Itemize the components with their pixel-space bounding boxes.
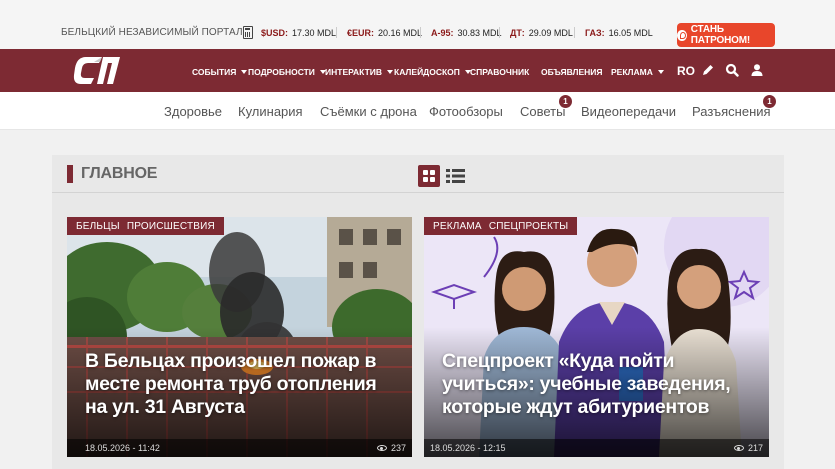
sub-navigation: Здоровье Кулинария Съёмки с дрона Фотооб… <box>0 92 835 130</box>
subnav-health[interactable]: Здоровье <box>164 104 222 119</box>
card-views: 217 <box>733 443 763 453</box>
calculator-icon[interactable] <box>243 26 253 39</box>
rate-dt: ДТ: 29.09 MDL <box>510 28 573 38</box>
card-date: 18.05.2026 - 12:15 <box>430 443 506 453</box>
language-switch[interactable]: RO <box>677 64 695 78</box>
patreon-icon <box>677 29 687 41</box>
tips-badge: 1 <box>559 95 572 108</box>
nav-advertising[interactable]: РЕКЛАМА <box>611 67 664 77</box>
main-section: ГЛАВНОЕ БЕЛЬЦЫ ПРОИСШЕСТВИЯ В Бельцах пр… <box>52 155 784 469</box>
nav-interactive[interactable]: ИНТЕРАКТИВ <box>325 67 394 77</box>
section-header: ГЛАВНОЕ <box>52 155 784 193</box>
tag-link[interactable]: ПРОИСШЕСТВИЯ <box>127 221 215 232</box>
nav-kaleidoscope[interactable]: КАЛЕЙДОСКОП <box>394 67 471 77</box>
rate-eur: €EUR: 20.16 MDL <box>347 28 423 38</box>
nav-directory[interactable]: СПРАВОЧНИК <box>470 67 529 77</box>
site-logo[interactable] <box>72 53 122 87</box>
rate-gas: ГАЗ: 16.05 MDL <box>585 28 653 38</box>
grid-view-button[interactable] <box>418 165 440 187</box>
card-views: 237 <box>376 443 406 453</box>
search-icon[interactable] <box>725 63 739 77</box>
chevron-down-icon <box>387 70 394 74</box>
subnav-cooking[interactable]: Кулинария <box>238 104 303 119</box>
subnav-drone[interactable]: Съёмки с дрона <box>320 104 417 119</box>
section-accent <box>67 165 73 183</box>
news-card[interactable]: РЕКЛАМА СПЕЦПРОЕКТЫ Спецпроект «Куда пой… <box>424 217 769 457</box>
card-date: 18.05.2026 - 11:42 <box>85 443 160 453</box>
subnav-tips[interactable]: Советы <box>520 104 565 119</box>
news-card[interactable]: БЕЛЬЦЫ ПРОИСШЕСТВИЯ В Бельцах произошел … <box>67 217 412 457</box>
nav-events[interactable]: СОБЫТИЯ <box>192 67 248 77</box>
eye-icon <box>376 445 387 451</box>
chevron-down-icon <box>241 70 248 74</box>
subnav-explanations[interactable]: Разъяснения <box>692 104 771 119</box>
subnav-photo-reviews[interactable]: Фотообзоры <box>429 104 503 119</box>
rate-usd: $USD: 17.30 MDL <box>261 28 337 38</box>
chevron-down-icon <box>657 70 664 74</box>
explanations-badge: 1 <box>763 95 776 108</box>
nav-details[interactable]: ПОДРОБНОСТИ <box>248 67 326 77</box>
tag-link[interactable]: БЕЛЬЦЫ <box>76 221 120 232</box>
tag-link[interactable]: РЕКЛАМА <box>433 221 482 232</box>
card-tags: БЕЛЬЦЫ ПРОИСШЕСТВИЯ <box>67 217 224 235</box>
section-title: ГЛАВНОЕ <box>81 165 158 182</box>
card-title[interactable]: В Бельцах произошел пожар в месте ремонт… <box>85 350 403 419</box>
eye-icon <box>733 445 744 451</box>
list-view-button[interactable] <box>446 168 465 184</box>
main-navigation: СОБЫТИЯ ПОДРОБНОСТИ ИНТЕРАКТИВ КАЛЕЙДОСК… <box>0 49 835 92</box>
rate-a95: А-95: 30.83 MDL <box>431 28 502 38</box>
top-info-bar: БЕЛЬЦКИЙ НЕЗАВИСИМЫЙ ПОРТАЛ $USD: 17.30 M… <box>0 0 835 49</box>
card-footer: 18.05.2026 - 11:42 237 <box>67 439 412 457</box>
card-tags: РЕКЛАМА СПЕЦПРОЕКТЫ <box>424 217 578 235</box>
nav-ads[interactable]: ОБЪЯВЛЕНИЯ <box>541 67 603 77</box>
portal-name: БЕЛЬЦКИЙ НЕЗАВИСИМЫЙ ПОРТАЛ <box>61 27 243 38</box>
pencil-icon[interactable] <box>701 63 715 77</box>
card-footer: 18.05.2026 - 12:15 217 <box>424 439 769 457</box>
subnav-video[interactable]: Видеопередачи <box>581 104 676 119</box>
tag-link[interactable]: СПЕЦПРОЕКТЫ <box>489 221 569 232</box>
user-icon[interactable] <box>750 63 764 77</box>
card-title[interactable]: Спецпроект «Куда пойти учиться»: учебные… <box>442 350 760 419</box>
become-patron-button[interactable]: СТАНЬ ПАТРОНОМ! <box>677 23 775 47</box>
